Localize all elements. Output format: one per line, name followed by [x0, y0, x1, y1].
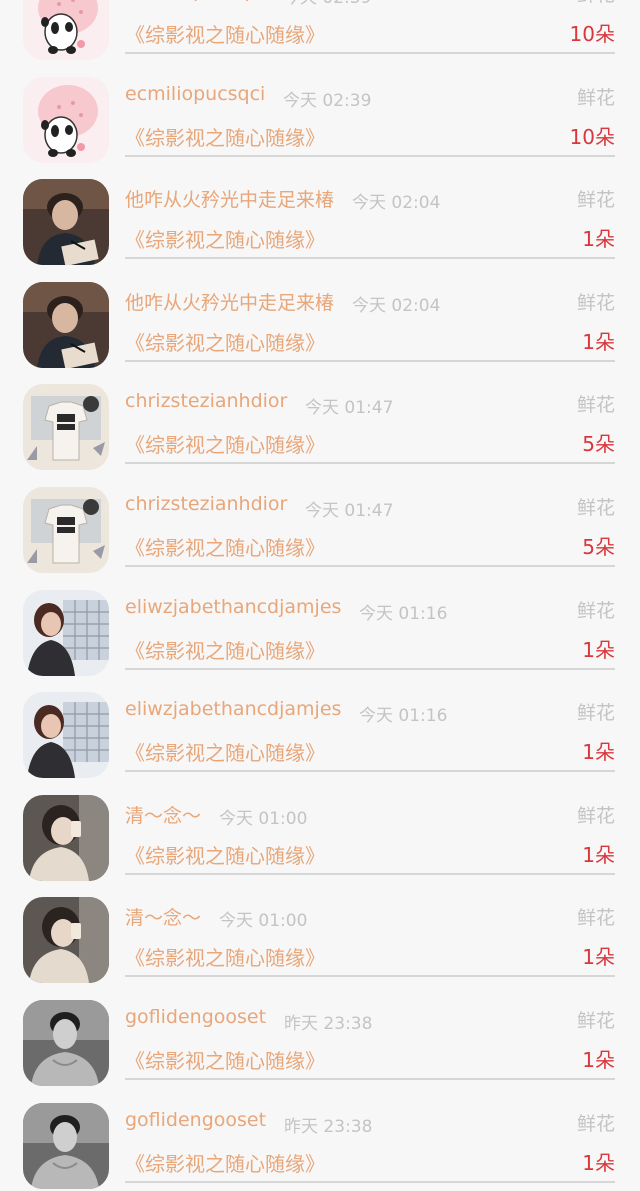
gift-type-label: 鲜花 [576, 804, 615, 827]
gift-record-row[interactable]: ecmiliopucsqci 今天 02:39 鲜花《综影视之随心随缘》 10朵 [0, 0, 640, 67]
timestamp: 今天 02:04 [352, 193, 441, 214]
timestamp: 今天 01:16 [359, 706, 448, 727]
user-avatar[interactable] [23, 1000, 109, 1086]
gift-count: 1朵 [582, 740, 615, 765]
row-divider [125, 872, 615, 875]
gift-record-row[interactable]: 清～念～ 今天 01:00 鲜花《综影视之随心随缘》 1朵 [0, 887, 640, 990]
gift-count: 10朵 [569, 124, 615, 149]
username[interactable]: 他咋从火矜光中走足来椿 [125, 185, 334, 212]
gift-type-label: 鲜花 [576, 907, 615, 930]
gift-type-label: 鲜花 [576, 291, 615, 314]
timestamp: 昨天 23:38 [284, 1014, 373, 1034]
username[interactable]: eliwzjabethancdjamjes [125, 596, 341, 618]
gift-record-row[interactable]: 清～念～ 今天 01:00 鲜花《综影视之随心随缘》 1朵 [0, 785, 640, 888]
user-avatar[interactable] [23, 794, 109, 881]
book-title-link[interactable]: 《综影视之随心随缘》 [125, 840, 325, 869]
user-avatar[interactable] [23, 384, 109, 471]
row-divider [125, 359, 615, 362]
timestamp: 今天 01:00 [219, 911, 308, 932]
row-divider [125, 462, 615, 465]
book-title-link[interactable]: 《综影视之随心随缘》 [125, 429, 325, 458]
username[interactable]: chrizstezianhdior [125, 390, 287, 412]
row-divider [125, 52, 615, 54]
gift-type-label: 鲜花 [576, 1010, 615, 1032]
book-title-link[interactable]: 《综影视之随心随缘》 [125, 532, 325, 561]
gift-count: 1朵 [582, 1150, 615, 1175]
gift-count: 5朵 [582, 432, 615, 457]
book-title-link[interactable]: 《综影视之随心随缘》 [125, 122, 325, 151]
timestamp: 今天 01:00 [219, 808, 308, 829]
gift-record-row[interactable]: goflidengooset 昨天 23:38 鲜花《综影视之随心随缘》 1朵 [0, 990, 640, 1093]
row-divider [125, 667, 615, 670]
row-divider [125, 770, 615, 773]
book-title-link[interactable]: 《综影视之随心随缘》 [125, 327, 325, 356]
gift-record-list: ecmiliopucsqci今天 02:39鲜花《综影视之随心随缘》10朵 ec… [0, 0, 640, 1191]
username[interactable]: 清～念～ [125, 903, 201, 930]
gift-count: 1朵 [582, 227, 615, 252]
username[interactable]: goflidengooset [125, 1109, 266, 1131]
timestamp: 昨天 23:38 [284, 1116, 373, 1137]
user-avatar[interactable] [23, 897, 109, 984]
timestamp: 今天 01:47 [305, 501, 394, 521]
book-title-link[interactable]: 《综影视之随心随缘》 [125, 1045, 325, 1074]
user-avatar[interactable] [23, 1102, 109, 1189]
username[interactable]: chrizstezianhdior [125, 493, 287, 515]
gift-record-row[interactable]: eliwzjabethancdjamjes 今天 01:16 鲜花《综影视之随心随缘… [0, 682, 640, 785]
gift-type-label: 鲜花 [576, 86, 615, 109]
book-title-link[interactable]: 《综影视之随心随缘》 [125, 224, 325, 253]
gift-count: 10朵 [569, 22, 615, 46]
user-avatar[interactable] [23, 589, 109, 676]
row-divider [125, 1180, 615, 1183]
gift-count: 1朵 [582, 842, 615, 867]
book-title-link[interactable]: 《综影视之随心随缘》 [125, 737, 325, 766]
row-divider [125, 257, 615, 260]
gift-type-label: 鲜花 [576, 702, 615, 725]
book-title-link[interactable]: 《综影视之随心随缘》 [125, 942, 325, 971]
username[interactable]: goflidengooset [125, 1006, 266, 1028]
timestamp: 今天 02:04 [352, 295, 441, 316]
gift-count: 1朵 [582, 945, 615, 970]
user-avatar[interactable] [23, 487, 109, 573]
username[interactable]: eliwzjabethancdjamjes [125, 698, 341, 720]
gift-count: 1朵 [582, 1048, 615, 1072]
gift-record-row[interactable]: chrizstezianhdior 今天 01:47 鲜花《综影视之随心随缘》 5朵 [0, 374, 640, 477]
gift-record-row[interactable]: chrizstezianhdior 今天 01:47 鲜花《综影视之随心随缘》 5朵 [0, 477, 640, 580]
timestamp: 今天 02:39 [283, 0, 371, 8]
username[interactable]: ecmiliopucsqci [125, 83, 265, 105]
row-divider [125, 565, 615, 567]
timestamp: 今天 01:16 [359, 603, 448, 624]
gift-type-label: 鲜花 [576, 189, 615, 212]
user-avatar[interactable] [23, 76, 109, 163]
row-divider [125, 975, 615, 978]
user-avatar[interactable] [23, 281, 109, 368]
gift-record-row[interactable]: ecmiliopucsqci 今天 02:39 鲜花《综影视之随心随缘》 10朵 [0, 67, 640, 170]
gift-type-label: 鲜花 [576, 599, 615, 622]
timestamp: 今天 02:39 [283, 90, 372, 111]
book-title-link[interactable]: 《综影视之随心随缘》 [125, 635, 325, 664]
gift-count: 1朵 [582, 637, 615, 662]
user-avatar[interactable] [23, 0, 109, 60]
gift-type-label: 鲜花 [576, 394, 615, 417]
book-title-link[interactable]: 《综影视之随心随缘》 [125, 1148, 325, 1177]
book-title-link[interactable]: 《综影视之随心随缘》 [125, 19, 325, 48]
gift-record-row[interactable]: 他咋从火矜光中走足来椿 今天 02:04 鲜花《综影视之随心随缘》 1朵 [0, 272, 640, 375]
gift-count: 5朵 [582, 535, 615, 559]
gift-type-label: 鲜花 [577, 0, 615, 7]
gift-record-row[interactable]: 他咋从火矜光中走足来椿 今天 02:04 鲜花《综影视之随心随缘》 1朵 [0, 169, 640, 272]
timestamp: 今天 01:47 [305, 398, 394, 419]
row-divider [125, 154, 615, 157]
gift-type-label: 鲜花 [576, 497, 615, 519]
username[interactable]: ecmiliopucsqci [125, 0, 265, 2]
gift-count: 1朵 [582, 329, 615, 354]
gift-record-row[interactable]: goflidengooset 昨天 23:38 鲜花《综影视之随心随缘》 1朵 [0, 1093, 640, 1191]
user-avatar[interactable] [23, 179, 109, 266]
gift-record-row[interactable]: eliwzjabethancdjamjes 今天 01:16 鲜花《综影视之随心随缘… [0, 580, 640, 683]
gift-type-label: 鲜花 [576, 1112, 615, 1135]
row-divider [125, 1078, 615, 1080]
username[interactable]: 清～念～ [125, 801, 201, 828]
username[interactable]: 他咋从火矜光中走足来椿 [125, 288, 334, 315]
user-avatar[interactable] [23, 692, 109, 779]
